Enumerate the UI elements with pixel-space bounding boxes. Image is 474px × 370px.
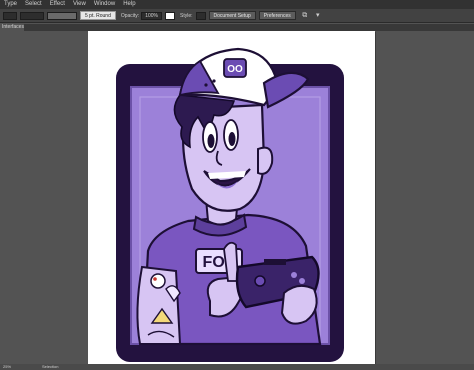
arrange-icon[interactable]: ⧉	[301, 12, 309, 20]
menu-type[interactable]: Type	[0, 0, 21, 9]
opacity-label: Opacity:	[120, 12, 140, 19]
controller-bumper	[264, 259, 286, 265]
zoom-level[interactable]: 25%	[3, 364, 11, 370]
menu-view[interactable]: View	[69, 0, 90, 9]
mushroom-tattoo	[150, 273, 166, 289]
status-bar: 25% Selection	[0, 364, 474, 370]
control-bar: 5 pt. Round Opacity: 100% Style: Documen…	[0, 9, 474, 23]
mushroom-spot	[153, 277, 157, 281]
left-pupil	[207, 134, 215, 148]
controller-button-b	[299, 278, 305, 284]
menu-help[interactable]: Help	[119, 0, 139, 9]
tab-bar: Interfaces	[0, 24, 474, 31]
opacity-input[interactable]: 100%	[141, 11, 162, 20]
menu-window[interactable]: Window	[90, 0, 119, 9]
style-label: Style:	[180, 12, 193, 19]
illustration: FOP OO	[116, 47, 344, 362]
preferences-button[interactable]: Preferences	[258, 11, 296, 20]
style-swatch[interactable]	[165, 11, 175, 20]
current-tool[interactable]: Selection	[42, 364, 58, 370]
controller-button-a	[291, 272, 297, 278]
menu-select[interactable]: Select	[21, 0, 46, 9]
fill-field[interactable]	[3, 11, 17, 20]
document-setup-button[interactable]: Document Setup	[208, 11, 256, 20]
menu-effect[interactable]: Effect	[46, 0, 69, 9]
brush-definition-button[interactable]: 5 pt. Round	[80, 11, 116, 20]
variable-width-field[interactable]	[47, 11, 77, 20]
artboard[interactable]: FOP OO	[88, 31, 375, 364]
controller-stick	[254, 275, 266, 287]
cap-stitch-1	[204, 83, 208, 87]
cap-logo-text: OO	[227, 64, 243, 75]
cap-stitch-2	[212, 79, 216, 83]
right-pupil	[228, 132, 236, 146]
menu-bar: Type Select Effect View Window Help	[0, 0, 474, 9]
ear	[257, 146, 274, 175]
style-dropdown[interactable]	[195, 11, 206, 20]
stroke-weight-field[interactable]	[20, 11, 44, 20]
tab-interfaces[interactable]: Interfaces	[0, 24, 24, 31]
chevron-down-icon[interactable]: ▾	[314, 12, 322, 20]
